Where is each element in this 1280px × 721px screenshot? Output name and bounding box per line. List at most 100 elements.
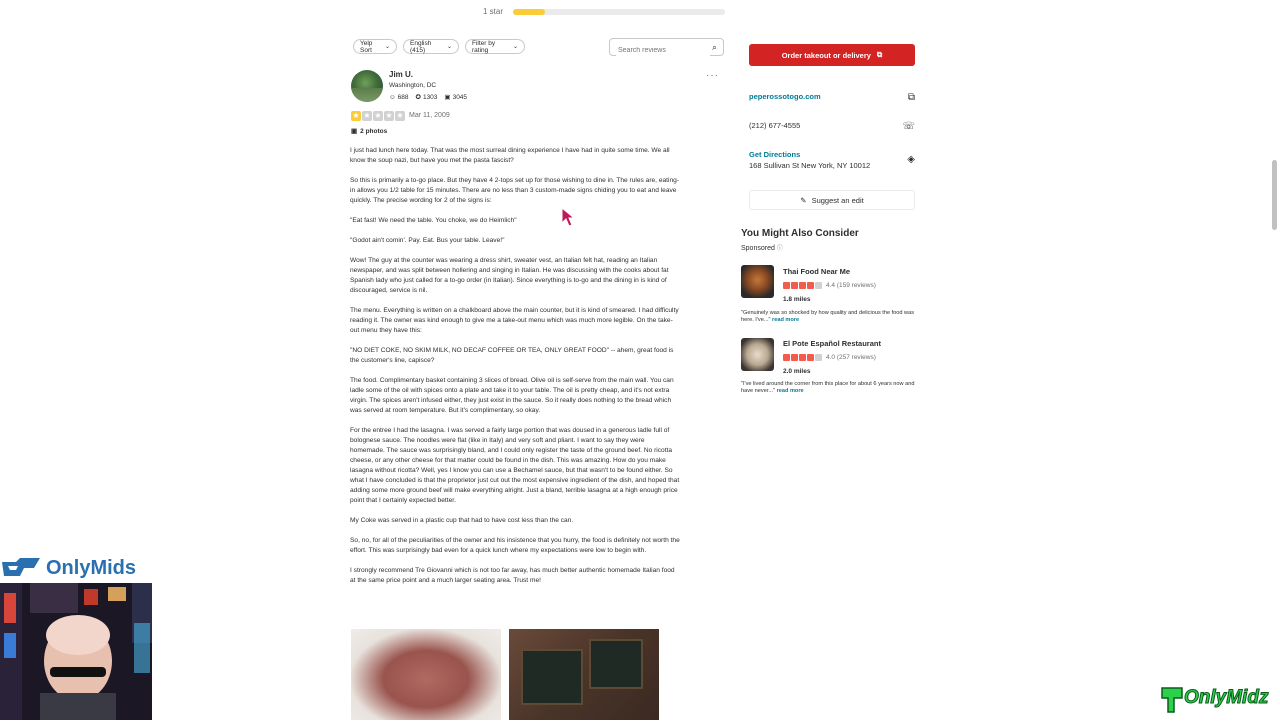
webcam-image <box>0 583 152 720</box>
get-directions-link[interactable]: Get Directions <box>749 150 915 159</box>
rating-star-icon: ★ <box>362 111 372 121</box>
sponsored-label: Sponsored ⓘ <box>741 243 783 252</box>
reviewer-name[interactable]: Jim U. <box>389 70 413 79</box>
friends-count: 688 <box>397 93 409 101</box>
search-reviews-box[interactable]: ⌕ <box>609 38 724 59</box>
rating-star-icon: ★ <box>384 111 394 121</box>
reviewer-location: Washington, DC <box>389 82 437 89</box>
chevron-down-icon: ⌄ <box>512 44 518 50</box>
phone-row[interactable]: (212) 677-4555 ☏ <box>749 121 915 132</box>
address: 168 Sullivan St New York, NY 10012 <box>749 161 871 170</box>
ad-star-icon <box>799 354 806 361</box>
ad-name[interactable]: Thai Food Near Me <box>783 267 850 276</box>
ad-snippet: "Genuinely was so shocked by how quality… <box>741 310 926 324</box>
chevron-down-icon: ⌄ <box>446 44 452 50</box>
read-more-link[interactable]: read more <box>777 388 804 394</box>
ad-rating-text: 4.0 (257 reviews) <box>826 354 876 361</box>
consider-title: You Might Also Consider <box>741 228 859 239</box>
website-row[interactable]: peperossotogo.com ⧉ <box>749 92 915 103</box>
rating-breakdown-bar <box>513 9 725 15</box>
review-paragraph: "Godot ain't comin'. Pay. Eat. Bus your … <box>350 237 505 244</box>
ad-star-icon <box>815 354 822 361</box>
photo-icon: ▣ <box>351 128 358 135</box>
info-icon[interactable]: ⓘ <box>777 246 783 252</box>
review-paragraph: My Coke was served in a plastic cup that… <box>350 517 574 524</box>
phone-icon[interactable]: ☏ <box>902 121 915 132</box>
avatar[interactable] <box>351 70 383 102</box>
review-paragraph: I just had lunch here today. That was th… <box>350 147 670 164</box>
order-button-label: Order takeout or delivery <box>781 50 871 60</box>
language-label: English (415) <box>410 39 432 54</box>
logo-mark-icon <box>2 558 40 576</box>
ad-rating: 4.0 (257 reviews) <box>783 354 876 361</box>
review-text: I just had lunch here today. That was th… <box>350 146 680 596</box>
pencil-icon: ✎ <box>800 195 807 205</box>
rating-star-icon: ★ <box>351 111 361 121</box>
chevron-down-icon: ⌄ <box>384 44 390 50</box>
search-reviews-input[interactable] <box>616 42 710 59</box>
ad-distance: 2.0 miles <box>783 368 811 375</box>
sort-dropdown[interactable]: Yelp Sort ⌄ <box>353 39 397 54</box>
more-options-icon[interactable]: ··· <box>706 70 719 81</box>
rating-filter-dropdown[interactable]: Filter by rating ⌄ <box>465 39 525 54</box>
watermark-logo-icon <box>1161 687 1183 713</box>
ad-star-icon <box>783 282 790 289</box>
rating-filter-label: Filter by rating <box>472 39 496 54</box>
phone-number: (212) 677-4555 <box>749 121 801 130</box>
review-paragraph: So this is primarily a to-go place. But … <box>350 177 680 204</box>
sponsored-text: Sponsored <box>741 245 775 252</box>
photos-stat: ▣ 3045 <box>444 93 468 102</box>
external-link-icon[interactable]: ⧉ <box>908 92 915 103</box>
watermark-text: OnlyMidz <box>1183 687 1269 709</box>
ad-star-icon <box>783 354 790 361</box>
order-takeout-button[interactable]: Order takeout or delivery ⧉ <box>749 44 915 66</box>
ad-star-icon <box>807 282 814 289</box>
camera-icon: ▣ <box>444 94 451 101</box>
review-stars: ★ ★ ★ ★ ★ <box>351 111 405 121</box>
mouse-cursor-icon <box>561 207 575 227</box>
reviews-stat: ✪ 1303 <box>415 93 438 102</box>
rating-breakdown-row[interactable]: 1 star <box>480 5 730 19</box>
rating-breakdown-label: 1 star <box>483 7 504 16</box>
ad-thumbnail[interactable] <box>741 338 774 371</box>
rating-star-icon: ★ <box>373 111 383 121</box>
photos-count: 3045 <box>452 93 468 101</box>
suggest-edit-button[interactable]: ✎ Suggest an edit <box>749 190 915 210</box>
review-photo-lasagna[interactable] <box>351 629 501 720</box>
ad-name[interactable]: El Pote Español Restaurant <box>783 339 881 348</box>
photo-count-link[interactable]: ▣ 2 photos <box>351 127 387 136</box>
ad-star-icon <box>791 282 798 289</box>
review-paragraph: The menu. Everything is written on a cha… <box>350 307 679 334</box>
review-paragraph: The food. Complimentary basket containin… <box>350 377 674 414</box>
review-paragraph: For the entree I had the lasagna. I was … <box>350 427 680 504</box>
webcam-feed <box>0 583 152 720</box>
ad-star-icon <box>807 354 814 361</box>
external-link-icon: ⧉ <box>876 50 883 59</box>
ad-rating: 4.4 (159 reviews) <box>783 282 876 289</box>
stream-logo: OnlyMids <box>0 556 152 582</box>
read-more-link[interactable]: read more <box>772 317 799 323</box>
review-paragraph: "NO DIET COKE, NO SKIM MILK, NO DECAF CO… <box>350 347 674 364</box>
directions-icon[interactable]: ◈ <box>907 154 915 165</box>
review-paragraph: Wow! The guy at the counter was wearing … <box>350 257 669 294</box>
website-link[interactable]: peperossotogo.com <box>749 92 821 101</box>
scrollbar-thumb[interactable] <box>1272 160 1277 230</box>
ad-thumbnail[interactable] <box>741 265 774 298</box>
sign-board <box>589 639 643 689</box>
ad-snippet-text: "Genuinely was so shocked by how quality… <box>741 310 915 323</box>
directions-row[interactable]: Get Directions 168 Sullivan St New York,… <box>749 150 915 170</box>
ad-distance: 1.8 miles <box>783 296 811 303</box>
ad-rating-text: 4.4 (159 reviews) <box>826 282 876 289</box>
ad-snippet-text: "I've lived around the corner from this … <box>741 381 915 394</box>
review-paragraph: I strongly recommend Tre Giovanni which … <box>350 567 675 584</box>
language-dropdown[interactable]: English (415) ⌄ <box>403 39 459 54</box>
review-photo-signs[interactable] <box>509 629 659 720</box>
star-icon: ✪ <box>415 94 421 101</box>
sort-label: Yelp Sort <box>360 39 373 54</box>
reviewer-stats: ☺ 688 ✪ 1303 ▣ 3045 <box>389 93 468 102</box>
suggest-edit-label: Suggest an edit <box>811 195 864 205</box>
search-icon[interactable]: ⌕ <box>712 42 717 53</box>
ad-star-icon <box>815 282 822 289</box>
rating-star-icon: ★ <box>395 111 405 121</box>
watermark: OnlyMidz <box>1158 684 1280 718</box>
